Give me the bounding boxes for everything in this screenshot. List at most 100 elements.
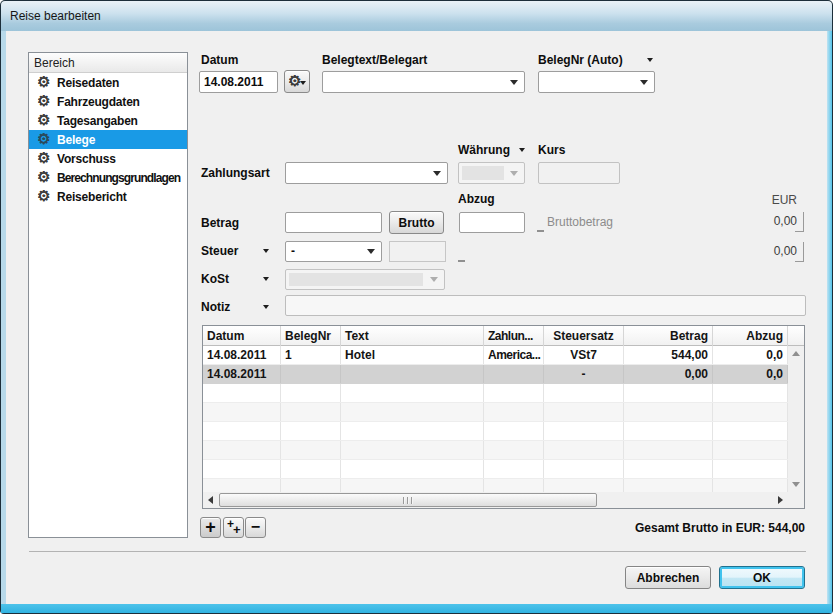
table-cell: 14.08.2011 [203,346,281,364]
sidebar-item-label: Tagesangaben [57,114,138,128]
table-row[interactable]: 14.08.2011-0,000,0 [203,365,788,384]
scroll-left-icon[interactable] [208,496,213,504]
sidebar-item-vorschuss[interactable]: ⚙Vorschuss [29,149,187,168]
table-row[interactable] [203,441,788,460]
steuerbetrag-field-corner [795,242,804,262]
table-cell [484,441,544,459]
table-row[interactable] [203,384,788,403]
scroll-up-icon[interactable] [792,351,800,356]
waehrung-options-icon[interactable] [519,148,525,152]
scrollbar-thumb[interactable] [219,493,597,507]
window-border-bottom [1,604,832,613]
table-cell [624,384,713,402]
belegnr-options-icon[interactable] [647,58,653,62]
column-header-steuersatz[interactable]: Steuersatz [544,326,624,346]
zahlungsart-combobox[interactable] [285,162,448,184]
ok-button[interactable]: OK [719,566,805,589]
table-cell: VSt7 [544,346,624,364]
steuer-combobox[interactable]: - [285,241,382,262]
table-cell [341,441,484,459]
sidebar-item-fahrzeugdaten[interactable]: ⚙Fahrzeugdaten [29,92,187,111]
gear-icon: ⚙ [37,133,50,146]
sidebar-item-berechnungsgrundlagen[interactable]: ⚙ Berechnungsgrundlagen [29,168,187,187]
gear-icon: ⚙ [37,114,50,127]
table-cell [203,403,281,421]
cancel-button[interactable]: Abbrechen [625,566,711,589]
sidebar-item-label: Reisebericht [57,190,127,204]
bruttobetrag-dash [537,230,544,232]
table-row[interactable]: 14.08.20111HotelAmerica...VSt7544,000,0 [203,346,788,365]
table-row[interactable] [203,460,788,479]
table-cell [341,403,484,421]
sidebar-item-belege[interactable]: ⚙Belege [29,130,187,149]
sidebar-item-reisedaten[interactable]: ⚙Reisedaten [29,73,187,92]
column-header-text[interactable]: Text [341,326,484,346]
bruttobetrag-value: 0,00 [740,214,797,228]
steuer-options-icon[interactable] [263,249,269,253]
copy-row-button[interactable]: + + [223,517,244,538]
zahlungsart-label: Zahlungsart [201,166,270,180]
table-cell [713,441,788,459]
sidebar-item-tagesangaben[interactable]: ⚙ Tagesangaben [29,111,187,130]
betrag-input[interactable] [285,212,382,233]
bruttobetrag-label: Bruttobetrag [547,215,613,229]
kost-options-icon[interactable] [263,277,269,281]
gear-icon: ⚙ [37,190,50,203]
waehrung-label: Währung [458,143,510,157]
belege-table: DatumBelegNrTextZahlun...SteuersatzBetra… [202,325,805,509]
sidebar-item-reisebericht[interactable]: ⚙ Reisebericht [29,187,187,206]
table-cell: Hotel [341,346,484,364]
table-cell: 544,00 [624,346,713,364]
sidebar-item-label: Vorschuss [57,152,116,166]
table-vertical-scrollbar[interactable] [788,346,804,492]
table-header-row: DatumBelegNrTextZahlun...SteuersatzBetra… [203,326,804,346]
betrag-label: Betrag [201,216,239,230]
kurs-input [538,162,620,184]
kurs-label: Kurs [538,143,565,157]
gesamt-brutto-total: Gesamt Brutto in EUR: 544,00 [500,521,805,535]
column-header-datum[interactable]: Datum [203,326,281,346]
table-horizontal-scrollbar[interactable] [203,492,788,508]
gear-icon: ⚙ [37,171,50,184]
chevron-down-icon [510,171,518,176]
table-cell [281,422,341,440]
table-cell [713,403,788,421]
table-cell [341,384,484,402]
belegnr-combobox[interactable] [538,71,655,93]
scroll-right-icon[interactable] [778,496,783,504]
table-row[interactable] [203,403,788,422]
table-cell [624,403,713,421]
notiz-options-icon[interactable] [263,305,269,309]
datum-input[interactable] [199,71,278,93]
abzug-input[interactable] [459,212,525,233]
column-header-belegnr[interactable]: BelegNr [281,326,341,346]
separator-line [29,551,806,552]
table-cell [544,441,624,459]
window-border-left [1,31,6,604]
column-header-abzug[interactable]: Abzug [713,326,788,346]
belegnr-label: BelegNr (Auto) [538,53,623,67]
datum-calendar-button[interactable]: ⚙ [284,70,310,93]
table-row[interactable] [203,422,788,441]
table-cell [281,365,341,383]
chevron-down-icon [640,80,648,85]
add-row-button[interactable]: + [200,517,221,538]
table-cell [713,460,788,478]
column-header-betrag[interactable]: Betrag [624,326,713,346]
remove-row-button[interactable]: − [245,517,266,538]
table-cell [203,441,281,459]
table-cell [341,422,484,440]
chevron-down-icon [510,80,518,85]
belegtext-combobox[interactable] [322,71,525,93]
titlebar[interactable]: Reise bearbeiten [1,1,832,31]
datum-label: Datum [201,53,238,67]
column-header-zahlun[interactable]: Zahlun... [484,326,544,346]
chevron-down-icon [430,277,438,282]
table-cell [203,384,281,402]
sidebar-item-label: Berechnungsgrundlagen [57,171,180,185]
abzug-label: Abzug [458,192,495,206]
table-cell: 0,0 [713,346,788,364]
brutto-button[interactable]: Brutto [389,211,444,234]
table-cell [203,460,281,478]
scroll-down-icon[interactable] [792,482,800,487]
